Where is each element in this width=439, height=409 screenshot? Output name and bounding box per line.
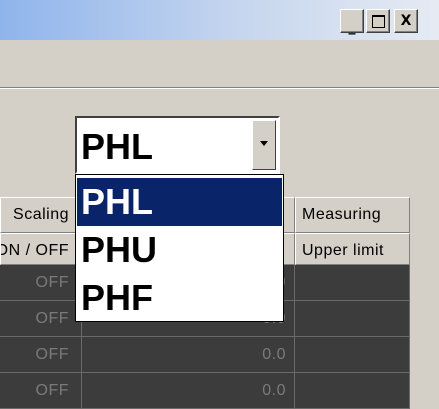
- separator: [0, 87, 439, 89]
- table-cell-upper[interactable]: [295, 337, 410, 373]
- header-scaling: Scaling: [0, 197, 82, 233]
- table-cell-upper[interactable]: [295, 301, 410, 337]
- unit-combobox[interactable]: PHL: [75, 116, 280, 174]
- close-button[interactable]: X: [394, 9, 418, 33]
- combobox-value: PHL: [81, 126, 153, 167]
- maximize-button[interactable]: [366, 9, 390, 33]
- table-cell-onoff[interactable]: OFF: [0, 265, 82, 301]
- table-cell-value[interactable]: 0.0: [82, 373, 295, 409]
- dropdown-list: PHL PHU PHF: [75, 174, 284, 322]
- minimize-button[interactable]: _: [340, 9, 364, 35]
- close-icon: X: [400, 13, 412, 29]
- chevron-down-icon: [260, 141, 268, 146]
- table-cell-onoff[interactable]: OFF: [0, 337, 82, 373]
- subheader-upper-limit: Upper limit: [295, 233, 410, 265]
- subheader-onoff: ON / OFF: [0, 233, 82, 265]
- maximize-icon: [371, 15, 385, 28]
- minimize-icon: _: [348, 19, 356, 35]
- table-cell-upper[interactable]: [295, 265, 410, 301]
- dropdown-button[interactable]: [252, 120, 276, 170]
- header-measuring: Measuring: [295, 197, 410, 233]
- dropdown-option-phl[interactable]: PHL: [77, 178, 282, 226]
- dropdown-option-phu[interactable]: PHU: [77, 226, 282, 274]
- dropdown-option-phf[interactable]: PHF: [77, 274, 282, 322]
- table-cell-value[interactable]: 0.0: [82, 337, 295, 373]
- table-cell-upper[interactable]: [295, 373, 410, 409]
- title-bar: _ X: [0, 0, 439, 40]
- table-cell-onoff[interactable]: OFF: [0, 373, 82, 409]
- table-cell-onoff[interactable]: OFF: [0, 301, 82, 337]
